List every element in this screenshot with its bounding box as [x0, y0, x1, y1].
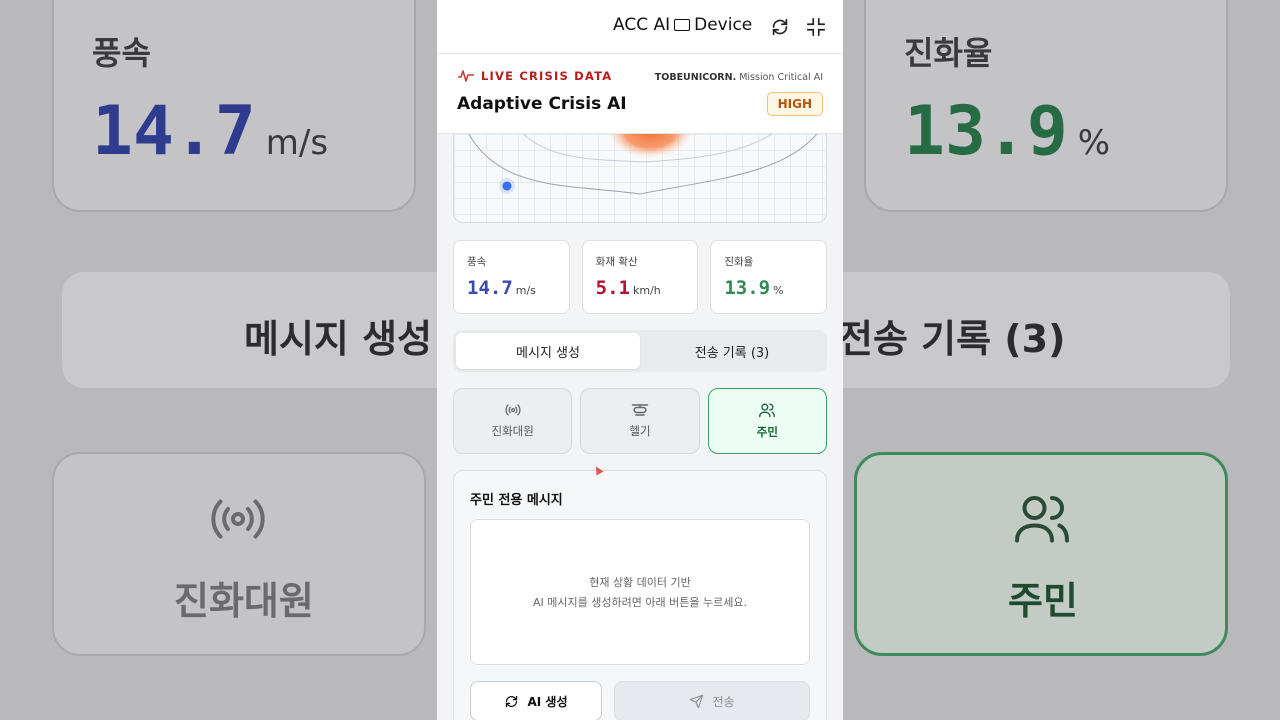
- send-icon: [690, 694, 704, 708]
- ai-generate-button[interactable]: AI 생성: [470, 681, 602, 720]
- helicopter-icon: [631, 404, 649, 416]
- phone-screen: ACC AI Device LIVE CRISIS DATA Adaptive C…: [437, 0, 843, 720]
- app-title: Adaptive Crisis AI: [457, 94, 627, 114]
- device-title: ACC AI Device: [613, 15, 753, 35]
- live-label: LIVE CRISIS DATA: [481, 69, 613, 83]
- bg-stat-value-progress: 13.9%: [904, 92, 1111, 171]
- tab-generate-message[interactable]: 메시지 생성: [456, 333, 640, 369]
- role-label: 주민: [756, 425, 778, 439]
- pulse-icon: [458, 70, 474, 82]
- stats-row: 풍속 14.7 m/s 화재 확산 5.1 km/h 진화율 13.9%: [453, 240, 828, 314]
- stat-label: 화재 확산: [595, 256, 638, 268]
- role-label: 헬기: [629, 424, 651, 438]
- bg-users-icon: [1015, 496, 1069, 543]
- role-button-helicopter[interactable]: 헬기: [580, 388, 700, 454]
- live-indicator: LIVE CRISIS DATA: [457, 69, 612, 83]
- radio-broadcast-icon: [505, 404, 521, 416]
- role-button-firefighter[interactable]: 진화대원: [453, 388, 573, 454]
- placeholder-line-2: AI 메시지를 생성하려면 아래 버튼을 누르세요.: [533, 596, 747, 609]
- message-panel: 주민 전용 메시지 현재 상황 데이터 기반 AI 메시지를 생성하려면 아래 …: [453, 470, 827, 720]
- map-overlay: [468, 134, 818, 195]
- bg-tab-history: 전송 기록 (3): [838, 317, 1066, 361]
- send-label: 전송: [712, 694, 735, 709]
- stat-card-wind-speed: 풍속 14.7 m/s: [453, 240, 570, 314]
- message-panel-title: 주민 전용 메시지: [470, 493, 563, 508]
- refresh-icon: [506, 695, 518, 707]
- ai-generate-label: AI 생성: [527, 694, 568, 709]
- stat-value: 14.7 m/s: [467, 277, 536, 299]
- recipient-selector: 진화대원 헬기 주민: [453, 388, 827, 454]
- bg-role-card-residents: [854, 452, 1228, 656]
- fire-hotspot: [608, 134, 692, 158]
- risk-level-badge: HIGH: [766, 92, 823, 116]
- bg-radio-broadcast-icon: [211, 499, 265, 539]
- placeholder-line-1: 현재 상황 데이터 기반: [589, 576, 691, 589]
- bg-role-label-firefighter: 진화대원: [174, 579, 314, 623]
- stat-label: 진화율: [724, 256, 754, 268]
- stat-value: 13.9%: [724, 277, 784, 299]
- users-icon: [759, 403, 776, 418]
- stat-value: 5.1 km/h: [595, 277, 661, 299]
- device-icon: [674, 19, 691, 31]
- bg-role-card-firefighter: [52, 452, 426, 656]
- bg-stat-label-progress: 진화율: [904, 34, 993, 72]
- mode-tabs: 메시지 생성 전송 기록 (3): [453, 330, 827, 372]
- send-button[interactable]: 전송: [614, 681, 810, 720]
- bg-tab-generate: 메시지 생성: [244, 317, 433, 361]
- stat-card-containment: 진화율 13.9%: [710, 240, 828, 314]
- role-button-residents[interactable]: 주민: [707, 388, 827, 454]
- exit-fullscreen-icon[interactable]: [805, 16, 827, 38]
- bg-stat-label-wind: 풍속: [92, 34, 151, 72]
- fire-spread-map[interactable]: [453, 134, 827, 223]
- brand-line: TOBEUNICORN. Mission Critical AI: [654, 72, 823, 83]
- app-header: LIVE CRISIS DATA Adaptive Crisis AI TOBE…: [437, 54, 843, 134]
- rotate-icon[interactable]: [769, 16, 791, 38]
- tab-send-history[interactable]: 전송 기록 (3): [640, 333, 824, 369]
- device-top-bar: ACC AI Device: [437, 0, 843, 54]
- stat-label: 풍속: [467, 256, 487, 268]
- role-label: 진화대원: [491, 424, 534, 438]
- message-output-area[interactable]: 현재 상황 데이터 기반 AI 메시지를 생성하려면 아래 버튼을 누르세요.: [470, 519, 810, 665]
- bg-role-label-residents: 주민: [1008, 579, 1078, 623]
- stat-card-fire-spread: 화재 확산 5.1 km/h: [581, 240, 699, 314]
- bg-stat-value-wind: 14.7 m/s: [92, 92, 329, 171]
